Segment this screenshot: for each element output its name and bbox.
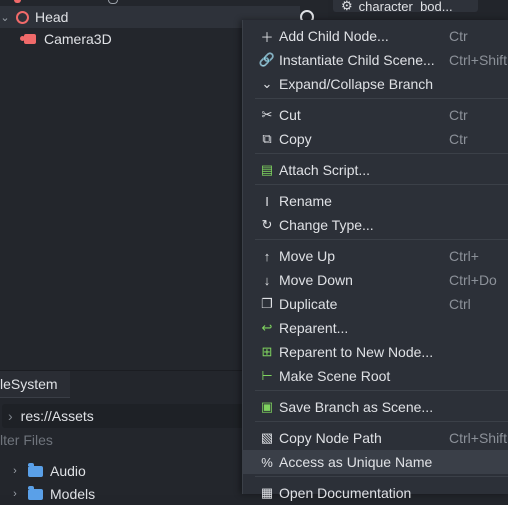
menu-item-move-down[interactable]: ↓ Move Down Ctrl+Do [243, 268, 508, 292]
folder-label: Audio [50, 463, 86, 479]
node-path-icon: ▧ [260, 430, 274, 445]
link-icon: 🔗 [258, 52, 276, 67]
menu-item-copy[interactable]: ⧉ Copy Ctr [243, 127, 508, 151]
save-branch-icon: ▣ [260, 399, 274, 414]
context-menu: ＋ Add Child Node... Ctr 🔗 Instantiate Ch… [242, 20, 508, 501]
folder-label: Models [50, 486, 96, 502]
menu-separator [255, 184, 508, 185]
node3d-icon [16, 10, 29, 24]
chevron-right-icon[interactable]: › [8, 408, 13, 424]
chevron-down-icon[interactable]: ⌄ [0, 11, 10, 24]
menu-item-open-documentation[interactable]: ▦ Open Documentation [243, 481, 508, 505]
scissors-icon: ✂ [261, 107, 273, 122]
menu-item-access-as-unique-name[interactable]: % Access as Unique Name [243, 450, 508, 474]
tree-item-camera3d[interactable]: Camera3D [0, 28, 112, 50]
filesystem-panel: leSystem › res://Assets lter Files › Aud… [0, 370, 248, 502]
menu-item-save-branch-as-scene[interactable]: ▣ Save Branch as Scene... [243, 395, 508, 419]
arrow-down-icon: ↓ [263, 272, 271, 288]
menu-item-duplicate[interactable]: ❐ Duplicate Ctrl [243, 292, 508, 316]
node-icon-partial [14, 0, 21, 3]
duplicate-icon: ❐ [261, 296, 273, 311]
menu-item-expand-collapse-branch[interactable]: ⌄ Expand/Collapse Branch [243, 72, 508, 96]
menu-separator [255, 476, 508, 477]
menu-item-instantiate-child-scene[interactable]: 🔗 Instantiate Child Scene... Ctrl+Shift [243, 48, 508, 72]
menu-item-cut[interactable]: ✂ Cut Ctr [243, 103, 508, 127]
menu-item-attach-script[interactable]: ▤ Attach Script... [243, 158, 508, 182]
folder-icon [28, 462, 43, 477]
menu-separator [255, 153, 508, 154]
menu-item-make-scene-root[interactable]: ⊢ Make Scene Root [243, 364, 508, 388]
tree-item-label: Head [35, 9, 69, 25]
menu-separator [255, 390, 508, 391]
menu-item-move-up[interactable]: ↑ Move Up Ctrl+ [243, 244, 508, 268]
reparent-icon: ↩ [261, 320, 273, 335]
folder-icon [28, 485, 43, 500]
tree-item-label: Camera3D [44, 31, 112, 47]
menu-item-reparent-to-new-node[interactable]: ⊞ Reparent to New Node... [243, 340, 508, 364]
menu-separator [255, 98, 508, 99]
copy-icon: ⧉ [262, 131, 272, 146]
folder-item-audio[interactable]: › Audio [0, 460, 86, 482]
node-icon-partial-2 [108, 0, 118, 4]
rename-icon: I [265, 193, 269, 209]
menu-separator [255, 421, 508, 422]
inspector-tab-label: character_bod... [358, 0, 453, 12]
chevron-right-icon[interactable]: › [10, 465, 20, 477]
menu-item-copy-node-path[interactable]: ▧ Copy Node Path Ctrl+Shift [243, 426, 508, 450]
arrow-up-icon: ↑ [263, 248, 271, 264]
menu-item-rename[interactable]: I Rename [243, 189, 508, 213]
inspector-tab[interactable]: ⚙ character_bod... [333, 0, 478, 12]
reparent-new-icon: ⊞ [261, 344, 273, 359]
chevron-right-icon[interactable]: › [10, 488, 20, 500]
camera-icon [20, 34, 36, 44]
filter-files-input[interactable]: lter Files [0, 432, 53, 448]
plus-icon: ＋ [260, 29, 274, 45]
script-icon: ▤ [260, 162, 274, 177]
path-value: res://Assets [20, 408, 94, 424]
chevron-down-icon: ⌄ [261, 76, 273, 91]
percent-icon: % [261, 454, 273, 470]
tab-filesystem[interactable]: leSystem [0, 371, 70, 398]
docs-icon: ▦ [260, 485, 274, 500]
gear-icon: ⚙ [341, 0, 353, 12]
menu-item-reparent[interactable]: ↩ Reparent... [243, 316, 508, 340]
menu-item-change-type[interactable]: ↻ Change Type... [243, 213, 508, 237]
folder-item-models[interactable]: › Models [0, 483, 95, 505]
change-type-icon: ↻ [261, 217, 273, 232]
menu-item-add-child-node[interactable]: ＋ Add Child Node... Ctr [243, 24, 508, 48]
scene-root-icon: ⊢ [261, 368, 273, 383]
path-field[interactable]: › res://Assets [2, 404, 248, 428]
tab-label: leSystem [0, 376, 58, 392]
menu-separator [255, 239, 508, 240]
